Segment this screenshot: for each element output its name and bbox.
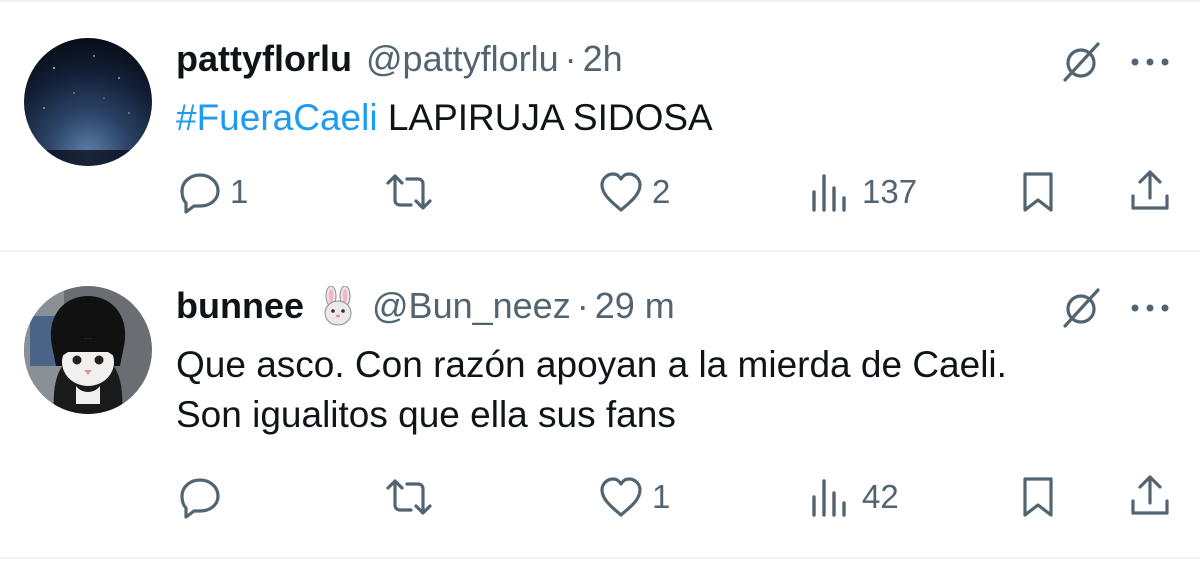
timestamp[interactable]: 2h [583, 37, 623, 81]
tweet-2[interactable]: bunnee @Bun_neez · 29 m Que asco. Con ra… [0, 252, 1200, 557]
tweet-body-line-1: Que asco. Con razón apoyan a la mierda d… [176, 344, 1007, 385]
action-bar: 1 42 [0, 471, 1200, 521]
tweet-header: pattyflorlu @pattyflorlu · 2h [176, 37, 623, 81]
views-count: 137 [862, 173, 918, 210]
share-button[interactable] [1128, 168, 1172, 214]
reply-count: 1 [230, 173, 249, 210]
handle[interactable]: @pattyflorlu [366, 37, 559, 81]
more-icon[interactable] [1128, 298, 1172, 318]
like-icon [600, 172, 642, 212]
views-icon [812, 479, 846, 517]
like-button[interactable]: 1 [598, 475, 670, 519]
separator: · [576, 285, 589, 326]
reply-button[interactable] [178, 475, 230, 519]
repost-button[interactable] [384, 170, 442, 214]
views-count: 42 [862, 478, 899, 515]
views-button[interactable]: 137 [806, 170, 917, 214]
tweet-body-line-2: Son igualitos que ella sus fans [176, 394, 676, 435]
like-icon [600, 477, 642, 517]
display-name[interactable]: bunnee [176, 284, 304, 328]
avatar[interactable] [24, 38, 152, 166]
tweet-text: Que asco. Con razón apoyan a la mierda d… [176, 340, 1007, 440]
views-button[interactable]: 42 [806, 475, 899, 519]
tweet-header: bunnee @Bun_neez · 29 m [176, 284, 675, 328]
grok-icon[interactable] [1056, 282, 1106, 332]
tweet-body: LAPIRUJA SIDOSA [387, 97, 713, 138]
like-count: 2 [652, 173, 671, 210]
bottom-divider [0, 557, 1200, 559]
reply-button[interactable]: 1 [178, 170, 248, 214]
like-count: 1 [652, 478, 671, 515]
hashtag-link[interactable]: #FueraCaeli [176, 97, 378, 138]
like-button[interactable]: 2 [598, 170, 670, 214]
bookmark-button[interactable] [1018, 170, 1058, 214]
repost-icon [386, 174, 432, 210]
repost-icon [386, 479, 432, 515]
share-icon [1131, 475, 1169, 515]
bookmark-icon [1023, 477, 1053, 517]
views-icon [812, 174, 846, 212]
share-button[interactable] [1128, 473, 1172, 519]
tweet-1[interactable]: pattyflorlu @pattyflorlu · 2h #FueraCael… [0, 0, 1200, 250]
tweet-text: #FueraCaeli LAPIRUJA SIDOSA [176, 93, 713, 143]
bookmark-button[interactable] [1018, 475, 1058, 519]
rabbit-face-icon [318, 285, 358, 326]
avatar[interactable] [24, 286, 152, 414]
timestamp[interactable]: 29 m [595, 284, 675, 328]
bookmark-icon [1023, 172, 1053, 212]
grok-icon[interactable] [1056, 36, 1106, 86]
display-name[interactable]: pattyflorlu [176, 37, 352, 81]
reply-icon [180, 478, 220, 519]
more-icon[interactable] [1128, 52, 1172, 72]
action-bar: 1 2 137 [0, 166, 1200, 216]
handle[interactable]: @Bun_neez [372, 284, 571, 328]
separator: · [564, 38, 577, 79]
repost-button[interactable] [384, 475, 442, 519]
reply-icon [180, 173, 220, 214]
share-icon [1131, 170, 1169, 210]
